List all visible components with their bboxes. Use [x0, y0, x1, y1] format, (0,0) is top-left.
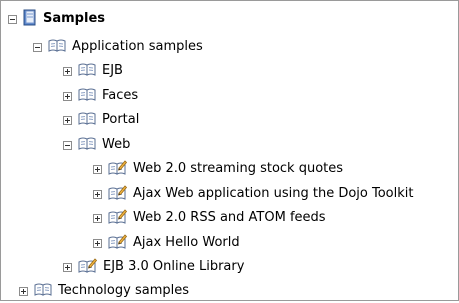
- book-icon: [78, 88, 96, 105]
- tree-node-ajax-dojo[interactable]: Ajax Web application using the Dojo Tool…: [93, 182, 413, 206]
- book-edit-icon: [78, 257, 98, 277]
- expand-toggle-icon[interactable]: [93, 238, 102, 248]
- samples-tree-panel: Samples Application samples EJB Faces Po…: [0, 0, 459, 301]
- tree-node-label: EJB 3.0 Online Library: [103, 259, 245, 274]
- book-icon: [78, 137, 96, 154]
- expand-toggle-icon[interactable]: [63, 262, 72, 272]
- tree-node-label: Ajax Hello World: [133, 235, 240, 250]
- tree-node-label: Web 2.0 streaming stock quotes: [133, 161, 344, 176]
- tree-node-faces[interactable]: Faces: [63, 84, 138, 108]
- tree-node-ejb[interactable]: EJB: [63, 59, 123, 83]
- collapse-toggle-icon[interactable]: [33, 42, 42, 52]
- tree-node-web20-streaming[interactable]: Web 2.0 streaming stock quotes: [93, 157, 343, 181]
- tree-node-label: Portal: [102, 112, 140, 127]
- tree-node-portal[interactable]: Portal: [63, 108, 139, 132]
- book-icon: [78, 63, 96, 80]
- expand-toggle-icon[interactable]: [19, 286, 28, 296]
- samples-book-icon: [23, 9, 37, 30]
- tree-node-ajax-hello-world[interactable]: Ajax Hello World: [93, 231, 240, 255]
- expand-toggle-icon[interactable]: [63, 91, 72, 101]
- book-edit-icon: [108, 184, 128, 204]
- expand-toggle-icon[interactable]: [93, 164, 102, 174]
- expand-toggle-icon[interactable]: [93, 213, 102, 223]
- tree-node-samples[interactable]: Samples: [8, 7, 105, 31]
- book-icon: [48, 39, 66, 56]
- tree-node-ejb30-library[interactable]: EJB 3.0 Online Library: [63, 255, 244, 279]
- tree-node-rss-atom[interactable]: Web 2.0 RSS and ATOM feeds: [93, 206, 326, 230]
- tree-node-label: Web: [102, 137, 131, 152]
- collapse-toggle-icon[interactable]: [8, 14, 17, 24]
- book-icon: [78, 112, 96, 129]
- tree-node-label: EJB: [102, 63, 123, 78]
- expand-toggle-icon[interactable]: [63, 115, 72, 125]
- tree-node-application-samples[interactable]: Application samples: [33, 35, 203, 59]
- expand-toggle-icon[interactable]: [63, 66, 72, 76]
- tree-node-label: Samples: [43, 11, 105, 26]
- tree-node-label: Technology samples: [58, 283, 189, 298]
- tree-node-label: Faces: [102, 88, 139, 103]
- book-icon: [34, 283, 52, 300]
- book-edit-icon: [108, 159, 128, 179]
- collapse-toggle-icon[interactable]: [63, 140, 72, 150]
- tree-node-label: Application samples: [72, 39, 203, 54]
- expand-toggle-icon[interactable]: [93, 189, 102, 199]
- tree-node-technology-samples[interactable]: Technology samples: [19, 279, 189, 303]
- tree-node-web[interactable]: Web: [63, 133, 130, 157]
- tree-node-label: Web 2.0 RSS and ATOM feeds: [133, 210, 326, 225]
- book-edit-icon: [108, 208, 128, 228]
- tree-node-label: Ajax Web application using the Dojo Tool…: [133, 186, 414, 201]
- book-edit-icon: [108, 233, 128, 253]
